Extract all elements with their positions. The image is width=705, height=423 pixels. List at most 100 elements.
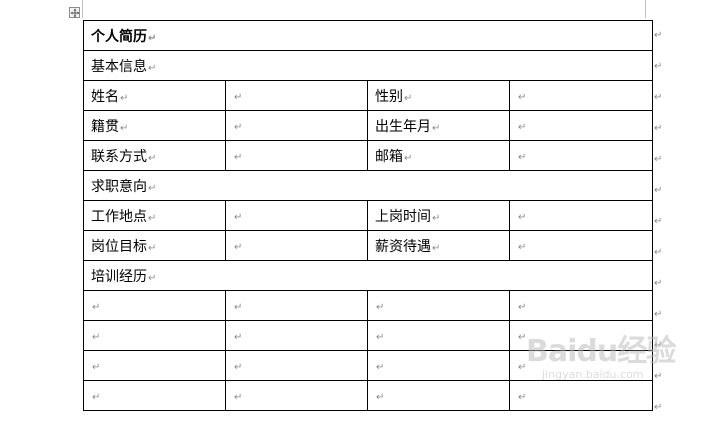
paragraph-mark-icon: ↵ <box>92 361 101 373</box>
salary-label-cell[interactable]: 薪资待遇↵ <box>367 230 510 261</box>
section-training-label: 培训经历 <box>91 268 147 285</box>
paragraph-mark-icon: ↵ <box>148 272 157 284</box>
row-end-mark-icon: ↵ <box>654 154 663 165</box>
training-cell[interactable]: ↵ <box>225 320 368 351</box>
training-cell[interactable]: ↵ <box>367 290 510 321</box>
row-end-mark-icon: ↵ <box>654 30 663 41</box>
training-cell[interactable]: ↵ <box>367 380 510 411</box>
paragraph-mark-icon: ↵ <box>518 91 527 103</box>
native-place-label: 籍贯 <box>91 118 119 135</box>
table-row: 培训经历↵ <box>82 260 654 291</box>
name-label: 姓名 <box>91 88 119 105</box>
resume-title: 个人简历 <box>91 28 147 45</box>
work-location-value-cell[interactable]: ↵ <box>225 200 368 231</box>
paragraph-mark-icon: ↵ <box>376 331 385 343</box>
table-move-icon[interactable] <box>69 7 80 18</box>
row-end-mark-icon: ↵ <box>654 278 663 289</box>
native-place-label-cell[interactable]: 籍贯↵ <box>83 110 226 141</box>
paragraph-mark-icon: ↵ <box>120 122 129 134</box>
paragraph-mark-icon: ↵ <box>518 331 527 343</box>
paragraph-mark-icon: ↵ <box>518 361 527 373</box>
birth-date-label: 出生年月 <box>375 118 431 135</box>
training-cell[interactable]: ↵ <box>508 320 654 351</box>
resume-title-cell[interactable]: 个人简历↵ <box>82 20 654 51</box>
position-goal-label-cell[interactable]: 岗位目标↵ <box>83 230 226 261</box>
row-end-mark-icon: ↵ <box>654 340 663 351</box>
paragraph-mark-icon: ↵ <box>376 361 385 373</box>
section-basic-info-label: 基本信息 <box>91 58 147 75</box>
resume-table[interactable]: 个人简历↵ 基本信息↵ 姓名↵ ↵ 性别↵ ↵ 籍贯↵ ↵ 出生年月↵ ↵ 联系… <box>82 20 654 411</box>
gender-label-cell[interactable]: 性别↵ <box>367 80 510 111</box>
position-goal-label: 岗位目标 <box>91 238 147 255</box>
table-row: ↵ ↵ ↵ ↵ <box>83 380 654 411</box>
paragraph-mark-icon: ↵ <box>148 152 157 164</box>
row-end-mark-icon: ↵ <box>654 92 663 103</box>
position-goal-value-cell[interactable]: ↵ <box>225 230 368 261</box>
paragraph-mark-icon: ↵ <box>92 301 101 313</box>
native-place-value-cell[interactable]: ↵ <box>225 110 368 141</box>
email-label-cell[interactable]: 邮箱↵ <box>367 140 510 171</box>
row-end-mark-icon: ↵ <box>654 185 663 196</box>
start-time-label: 上岗时间 <box>375 208 431 225</box>
paragraph-mark-icon: ↵ <box>404 92 413 104</box>
training-cell[interactable]: ↵ <box>508 380 654 411</box>
paragraph-mark-icon: ↵ <box>432 212 441 224</box>
work-location-label: 工作地点 <box>91 208 147 225</box>
paragraph-mark-icon: ↵ <box>432 122 441 134</box>
training-cell[interactable]: ↵ <box>367 350 510 381</box>
paragraph-mark-icon: ↵ <box>234 121 243 133</box>
start-time-value-cell[interactable]: ↵ <box>508 200 654 231</box>
section-job-intention-cell[interactable]: 求职意向↵ <box>82 170 654 201</box>
paragraph-mark-icon: ↵ <box>148 182 157 194</box>
row-end-mark-icon: ↵ <box>654 216 663 227</box>
training-cell[interactable]: ↵ <box>508 290 654 321</box>
training-cell[interactable]: ↵ <box>508 350 654 381</box>
name-value-cell[interactable]: ↵ <box>225 80 368 111</box>
training-cell[interactable]: ↵ <box>83 290 226 321</box>
row-end-mark-icon: ↵ <box>654 61 663 72</box>
paragraph-mark-icon: ↵ <box>120 92 129 104</box>
gender-value-cell[interactable]: ↵ <box>508 80 654 111</box>
training-cell[interactable]: ↵ <box>83 380 226 411</box>
start-time-label-cell[interactable]: 上岗时间↵ <box>367 200 510 231</box>
email-value-cell[interactable]: ↵ <box>508 140 654 171</box>
training-cell[interactable]: ↵ <box>83 350 226 381</box>
paragraph-mark-icon: ↵ <box>234 211 243 223</box>
paragraph-mark-icon: ↵ <box>234 301 243 313</box>
contact-label-cell[interactable]: 联系方式↵ <box>83 140 226 171</box>
contact-value-cell[interactable]: ↵ <box>225 140 368 171</box>
birth-date-label-cell[interactable]: 出生年月↵ <box>367 110 510 141</box>
gender-label: 性别 <box>375 88 403 105</box>
paragraph-mark-icon: ↵ <box>518 391 527 403</box>
page-margin-right-edge <box>645 0 646 18</box>
row-end-mark-icon: ↵ <box>654 247 663 258</box>
paragraph-mark-icon: ↵ <box>234 241 243 253</box>
paragraph-mark-icon: ↵ <box>148 32 157 44</box>
table-row: 工作地点↵ ↵ 上岗时间↵ ↵ <box>83 200 654 231</box>
paragraph-mark-icon: ↵ <box>376 301 385 313</box>
birth-date-value-cell[interactable]: ↵ <box>508 110 654 141</box>
training-cell[interactable]: ↵ <box>367 320 510 351</box>
salary-value-cell[interactable]: ↵ <box>508 230 654 261</box>
training-cell[interactable]: ↵ <box>225 380 368 411</box>
section-job-intention-label: 求职意向 <box>91 178 147 195</box>
paragraph-mark-icon: ↵ <box>92 331 101 343</box>
paragraph-mark-icon: ↵ <box>234 331 243 343</box>
row-end-marks: ↵ ↵ ↵ ↵ ↵ ↵ ↵ ↵ ↵ ↵ ↵ ↵ ↵ <box>652 20 666 423</box>
row-end-mark-icon: ↵ <box>654 309 663 320</box>
table-row: 求职意向↵ <box>82 170 654 201</box>
paragraph-mark-icon: ↵ <box>518 211 527 223</box>
row-end-mark-icon: ↵ <box>654 123 663 134</box>
section-training-cell[interactable]: 培训经历↵ <box>82 260 654 291</box>
table-row: ↵ ↵ ↵ ↵ <box>83 320 654 351</box>
work-location-label-cell[interactable]: 工作地点↵ <box>83 200 226 231</box>
row-end-mark-icon: ↵ <box>654 371 663 382</box>
training-cell[interactable]: ↵ <box>225 290 368 321</box>
name-label-cell[interactable]: 姓名↵ <box>83 80 226 111</box>
row-end-mark-icon: ↵ <box>654 402 663 413</box>
section-basic-info-cell[interactable]: 基本信息↵ <box>82 50 654 81</box>
training-cell[interactable]: ↵ <box>225 350 368 381</box>
training-cell[interactable]: ↵ <box>83 320 226 351</box>
paragraph-mark-icon: ↵ <box>518 151 527 163</box>
paragraph-mark-icon: ↵ <box>518 121 527 133</box>
